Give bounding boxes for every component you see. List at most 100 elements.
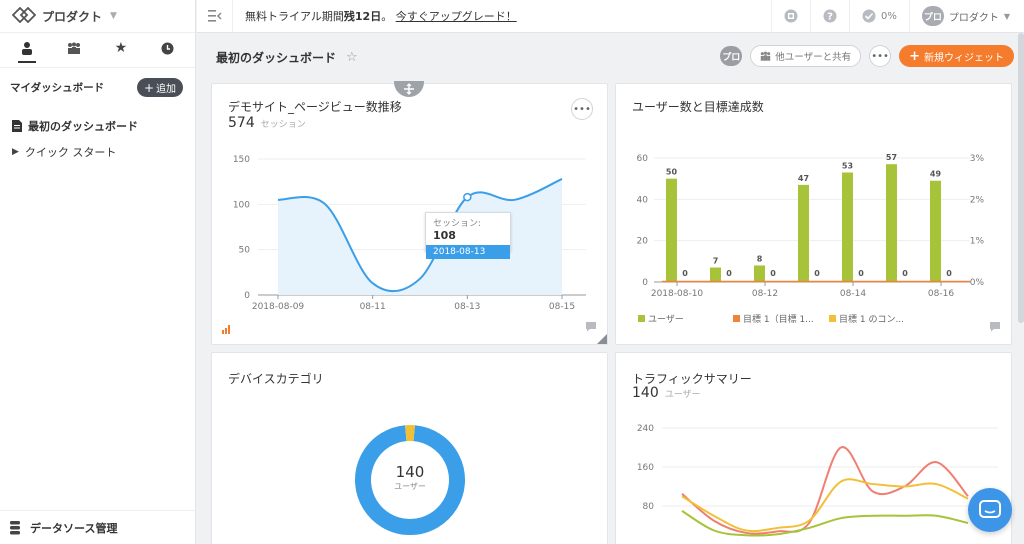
y2-tick-label: 2%	[970, 195, 985, 205]
sidebar-item-first-dashboard[interactable]: 最初のダッシュボード	[0, 113, 195, 139]
header-actions: プロ 他ユーザーと共有 ••• + 新規ウィジェット	[720, 45, 1014, 67]
datasource-management[interactable]: データソース管理	[0, 510, 196, 544]
donut-center-label: ユーザー	[394, 482, 426, 491]
donut-center-value: 140	[395, 463, 425, 481]
integrations-button[interactable]	[770, 0, 810, 33]
bar-users	[754, 265, 765, 282]
donut-center: 140 ユーザー	[370, 463, 450, 492]
help-button[interactable]: ?	[809, 0, 849, 33]
resize-handle-icon[interactable]	[597, 334, 607, 344]
tooltip-date: 2018-08-13	[426, 245, 510, 259]
team-icon	[761, 51, 771, 61]
scrollbar[interactable]	[1018, 33, 1024, 323]
bar-data-label: 0	[814, 269, 820, 278]
chat-icon	[979, 500, 1001, 518]
comment-icon[interactable]	[585, 321, 597, 332]
y-tick-label: 100	[233, 200, 250, 210]
add-label: 追加	[156, 84, 176, 95]
bar-data-label: 0	[682, 269, 688, 278]
chevron-down-icon: ▼	[110, 11, 117, 21]
x-tick-label: 08-14	[840, 289, 866, 299]
share-button[interactable]: 他ユーザーと共有	[750, 45, 862, 67]
ellipsis-icon: •••	[871, 50, 889, 62]
tab-recent[interactable]	[153, 33, 183, 63]
tab-team[interactable]	[59, 33, 89, 63]
help-icon: ?	[823, 9, 837, 23]
y-tick-label: 20	[637, 237, 649, 247]
move-icon	[404, 83, 414, 95]
plus-icon: +	[143, 80, 154, 95]
page-title: 最初のダッシュボード	[216, 50, 337, 65]
tab-user[interactable]	[12, 33, 42, 63]
dashboard-header: 最初のダッシュボード ☆ プロ 他ユーザーと共有 ••• + 新規ウィジェット	[197, 33, 1024, 81]
area-chart[interactable]: 0 50 100 150 2018-08-09 08-11 08-13 08-15	[212, 84, 609, 346]
y-tick-label: 60	[637, 154, 649, 164]
puzzle-icon	[784, 9, 798, 23]
x-tick-label: 08-11	[360, 302, 386, 312]
bar-data-label: 0	[946, 269, 952, 278]
trial-sep: 。	[381, 10, 393, 23]
legend-label: 目標 1（目標 1...	[743, 313, 814, 325]
new-widget-button[interactable]: + 新規ウィジェット	[899, 45, 1014, 67]
section-title: マイダッシュボード	[10, 82, 105, 94]
tab-favorites[interactable]: ★	[106, 33, 136, 63]
x-tick-label: 08-13	[454, 302, 480, 312]
brand[interactable]: プロダクト ▼	[0, 0, 195, 33]
check-circle-icon	[862, 9, 876, 23]
data-point-highlight	[463, 192, 472, 202]
bar-data-label: 0	[726, 269, 732, 278]
bar-users	[710, 267, 721, 282]
line-chart[interactable]: 80 160 240	[616, 353, 1013, 544]
legend-swatch	[733, 315, 740, 322]
add-dashboard-button[interactable]: + 追加	[136, 78, 183, 97]
sidebar-tabs: ★	[0, 33, 195, 63]
x-tick-label: 08-16	[928, 289, 954, 299]
bar-data-label: 8	[757, 254, 763, 263]
legend-label: ユーザー	[648, 314, 684, 325]
legend-swatch	[638, 315, 645, 322]
sidebar-item-label: クイック スタート	[24, 146, 117, 159]
y-tick-label: 80	[643, 502, 655, 512]
progress-indicator[interactable]: 0%	[848, 0, 909, 33]
series-line	[681, 510, 969, 537]
drag-handle[interactable]	[394, 81, 424, 97]
x-tick-label: 08-12	[752, 289, 778, 299]
y-tick-label: 0	[244, 291, 250, 301]
bar-users	[798, 184, 809, 282]
upgrade-link[interactable]: 今すぐアップグレード！	[396, 10, 517, 23]
y2-tick-label: 0%	[970, 278, 985, 288]
trial-banner: 無料トライアル期間残12日。 今すぐアップグレード！	[233, 8, 771, 24]
chat-launcher-button[interactable]	[968, 488, 1012, 532]
comment-icon[interactable]	[989, 321, 1001, 332]
user-menu[interactable]: プロ プロダクト ▼	[908, 0, 1024, 33]
topbar: 無料トライアル期間残12日。 今すぐアップグレード！ ? 0% プロ プロダクト…	[197, 0, 1024, 33]
sidebar-item-label: 最初のダッシュボード	[28, 120, 138, 133]
y-tick-label: 0	[642, 278, 648, 288]
progress-label: 0%	[880, 10, 897, 22]
widget-traffic-summary: トラフィックサマリー 140 ユーザー 80 160 240	[615, 352, 1012, 544]
trial-text: 無料トライアル期間	[245, 10, 344, 23]
sidebar-item-quick-start[interactable]: ▶ クイック スタート	[0, 139, 195, 165]
tooltip-label: セッション:	[433, 219, 482, 229]
plan-badge: プロ	[720, 46, 743, 66]
team-icon	[68, 42, 81, 54]
more-options-button[interactable]: •••	[869, 45, 892, 67]
favorite-star-icon[interactable]: ☆	[346, 50, 358, 65]
user-name: プロダクト	[948, 12, 999, 24]
x-tick-label: 08-15	[549, 302, 575, 312]
donut-chart[interactable]	[212, 353, 609, 544]
document-icon	[12, 120, 22, 132]
sidebar: プロダクト ▼ ★ マイダッシュボード + 追加 最初のダッシュボード ▶ クイッ…	[0, 0, 196, 544]
clock-icon	[161, 42, 174, 54]
bar-users	[666, 178, 677, 282]
bar-data-label: 7	[713, 257, 719, 266]
bar-chart[interactable]: 02040600%1%2%3%50070804705305704902018-0…	[616, 84, 1013, 346]
footer-label: データソース管理	[30, 521, 118, 535]
x-tick-label: 2018-08-09	[252, 302, 305, 312]
bar-data-label: 53	[842, 161, 853, 170]
collapse-menu-icon[interactable]	[197, 0, 233, 33]
svg-text:?: ?	[827, 12, 833, 23]
star-icon: ★	[114, 40, 128, 56]
tooltip-value: 108	[433, 229, 456, 242]
legend-swatch	[829, 315, 836, 322]
